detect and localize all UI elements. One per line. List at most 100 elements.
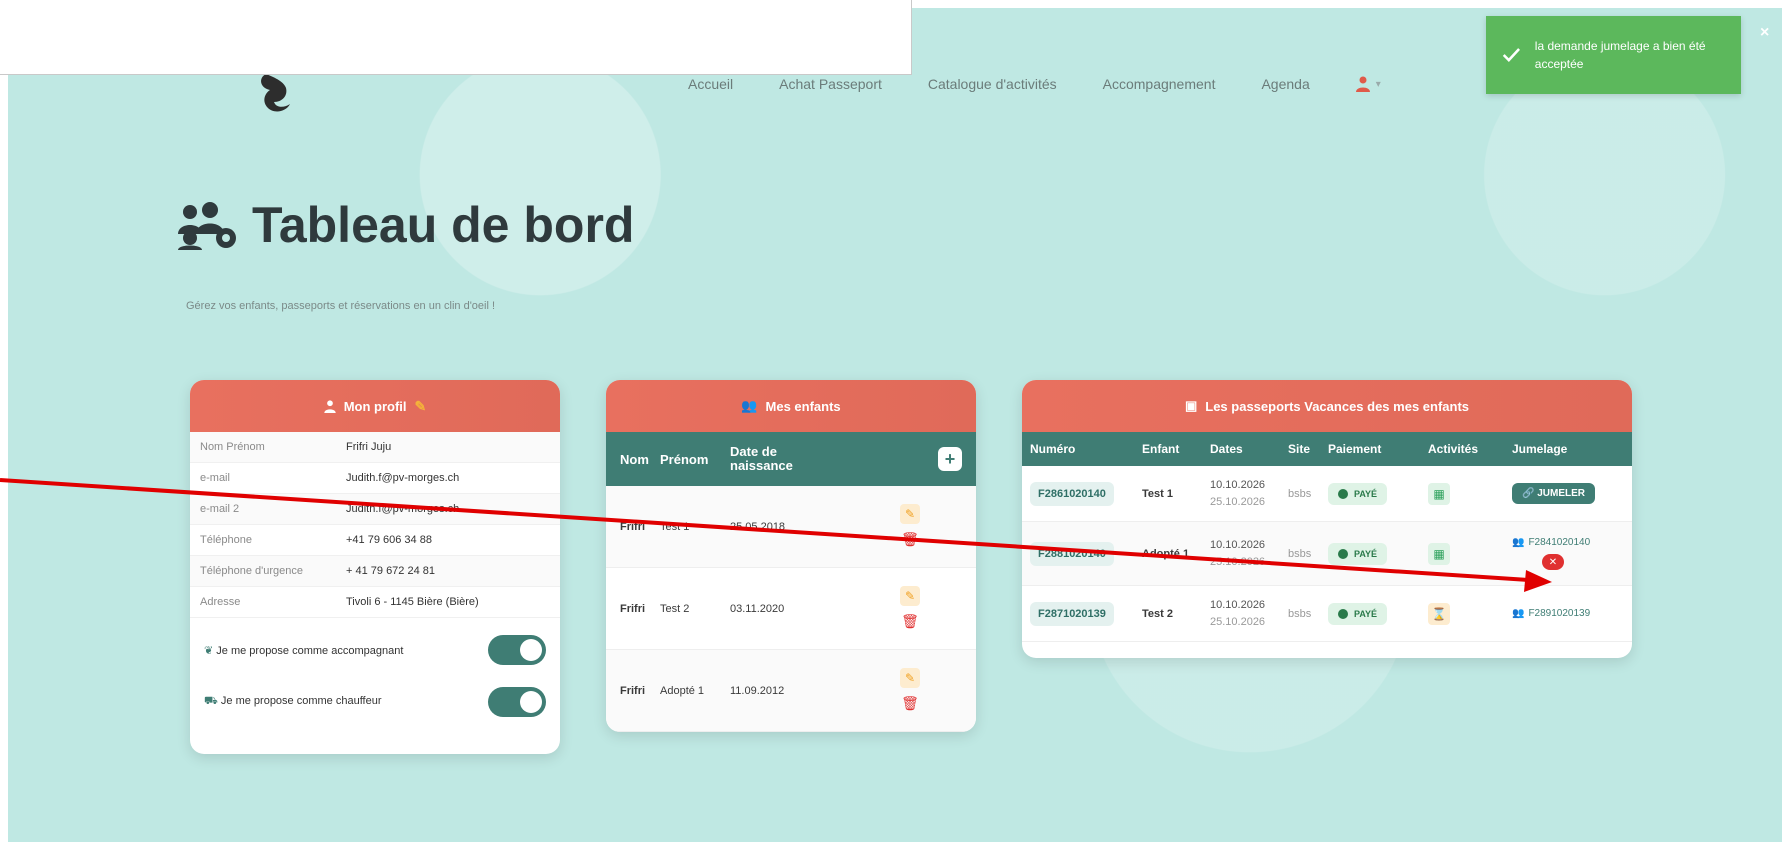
passport-number-cell: F2871020139: [1030, 601, 1142, 626]
col-jumelage: Jumelage: [1512, 442, 1568, 456]
table-row: F2871020139 Test 2 10.10.2026 25.10.2026 …: [1022, 586, 1632, 642]
children-card-title: Mes enfants: [765, 398, 841, 414]
row-actions: ✎ 🗑: [900, 667, 920, 714]
date-to: 25.10.2026: [1210, 495, 1266, 508]
profile-row: Téléphone d'urgence + 41 79 672 24 81: [190, 556, 560, 587]
passport-enfant: Test 2: [1142, 607, 1173, 620]
payment-badge: PAYÉ: [1328, 602, 1388, 625]
user-menu[interactable]: ▾: [1355, 76, 1381, 92]
edit-icon[interactable]: ✎: [900, 503, 920, 524]
profile-value: Judith.f@pv-morges.ch: [346, 472, 460, 484]
passport-dates: 10.10.2026 25.10.2026: [1210, 537, 1288, 571]
payment-cell: PAYÉ: [1328, 542, 1428, 565]
table-row: Frifri Adopté 1 11.09.2012 ✎ 🗑: [606, 650, 976, 732]
activity-cell: ⌛: [1428, 602, 1512, 625]
user-icon: [1355, 76, 1370, 92]
date-to: 25.10.2026: [1210, 615, 1266, 628]
profile-key: Téléphone: [200, 534, 252, 546]
logo-icon[interactable]: [248, 68, 308, 118]
calendar-check-icon[interactable]: ▦: [1428, 542, 1450, 565]
child-nom: Frifri: [620, 520, 646, 533]
passport-dates: 10.10.2026 25.10.2026: [1210, 597, 1288, 631]
payment-badge: PAYÉ: [1328, 542, 1388, 565]
nav-achat-passeport[interactable]: Achat Passeport: [779, 76, 882, 92]
passport-number[interactable]: F2861020140: [1030, 481, 1114, 506]
app-viewport: Accueil Achat Passeport Catalogue d'acti…: [8, 8, 1782, 842]
add-child-button[interactable]: +: [938, 447, 962, 471]
nav-accueil[interactable]: Accueil: [688, 76, 733, 92]
jumelage-cell: 🔗 JUMELER: [1512, 483, 1622, 504]
passports-table-body: F2861020140 Test 1 10.10.2026 25.10.2026 …: [1022, 466, 1632, 642]
profile-key: Adresse: [200, 596, 241, 608]
cancel-jumelage-button[interactable]: ✕: [1542, 554, 1564, 570]
passport-number-cell: F2861020140: [1030, 481, 1142, 506]
col-date-naissance: Date de naissance: [730, 444, 793, 473]
profile-value: + 41 79 672 24 81: [346, 565, 435, 577]
table-row: F2861020140 Test 1 10.10.2026 25.10.2026 …: [1022, 466, 1632, 522]
page-title-text: Tableau de bord: [252, 197, 635, 253]
trash-icon[interactable]: 🗑: [900, 694, 920, 714]
page-title: Tableau de bord: [176, 196, 634, 254]
date-from: 10.10.2026: [1210, 478, 1266, 491]
passport-site: bsbs: [1288, 607, 1312, 620]
child-date: 25.05.2018: [730, 520, 786, 533]
profile-key: e-mail 2: [200, 503, 240, 515]
edit-icon[interactable]: ✎: [900, 585, 920, 606]
child-nom: Frifri: [620, 602, 646, 615]
trash-icon[interactable]: 🗑: [900, 530, 920, 550]
users-icon: 👥: [1512, 537, 1525, 548]
passports-card-header: ▣ Les passeports Vacances des mes enfant…: [1022, 380, 1632, 432]
toast-message: la demande jumelage a bien été acceptée: [1534, 39, 1706, 71]
profile-card: Mon profil ✎ Nom Prénom Frifri Juju e-mai…: [190, 380, 560, 754]
check-icon: [1502, 48, 1521, 62]
profile-value: Judith.f@pv-morges.ch: [346, 503, 460, 515]
hourglass-icon[interactable]: ⌛: [1428, 602, 1450, 625]
children-table-header: Nom Prénom Date de naissance +: [606, 432, 976, 486]
passports-card: ▣ Les passeports Vacances des mes enfant…: [1022, 380, 1632, 658]
passport-number[interactable]: F2881020140: [1030, 541, 1114, 566]
profile-row: Adresse Tivoli 6 - 1145 Bière (Bière): [190, 587, 560, 618]
calendar-check-icon[interactable]: ▦: [1428, 482, 1450, 505]
car-icon: ⛟: [204, 695, 218, 707]
col-dates: Dates: [1210, 442, 1243, 456]
user-menu-caret: ▾: [1375, 78, 1381, 90]
accompagnant-label-text: Je me propose comme accompagnant: [216, 644, 404, 657]
profile-card-header: Mon profil ✎: [190, 380, 560, 432]
check-circle-icon: [1338, 608, 1348, 619]
child-prenom: Adopté 1: [660, 684, 705, 697]
nav-accompagnement[interactable]: Accompagnement: [1103, 76, 1216, 92]
main-navigation: Accueil Achat Passeport Catalogue d'acti…: [688, 76, 1381, 92]
jumelage-number: F2841020140: [1528, 537, 1591, 548]
passport-number[interactable]: F2871020139: [1030, 601, 1114, 626]
payment-label: PAYÉ: [1354, 548, 1378, 559]
profile-key: Téléphone d'urgence: [200, 565, 304, 577]
col-site: Site: [1288, 442, 1311, 456]
profile-value: Frifri Juju: [346, 441, 392, 453]
profile-row: Nom Prénom Frifri Juju: [190, 432, 560, 463]
toast-close-button[interactable]: ×: [1760, 24, 1769, 42]
profile-value: +41 79 606 34 88: [346, 534, 432, 546]
activity-cell: ▦: [1428, 542, 1512, 565]
jumelage-number: F2891020139: [1528, 608, 1591, 619]
chauffeur-toggle[interactable]: [488, 687, 546, 717]
trash-icon[interactable]: 🗑: [900, 612, 920, 632]
date-to: 25.10.2026: [1210, 555, 1266, 568]
date-from: 10.10.2026: [1210, 598, 1266, 611]
nav-catalogue[interactable]: Catalogue d'activités: [928, 76, 1057, 92]
accompagnant-toggle[interactable]: [488, 635, 546, 665]
edit-icon[interactable]: ✎: [900, 667, 920, 688]
page-subtitle: Gérez vos enfants, passeports et réserva…: [186, 300, 496, 312]
edit-profile-icon[interactable]: ✎: [415, 398, 427, 415]
chauffeur-label: ⛟ Je me propose comme chauffeur: [204, 695, 382, 709]
passport-enfant: Test 1: [1142, 487, 1173, 500]
passports-table-header: Numéro Enfant Dates Site Paiement Activi…: [1022, 432, 1632, 466]
users-gear-icon: [178, 202, 236, 250]
accompagnant-toggle-row: ❦ Je me propose comme accompagnant: [190, 624, 560, 676]
jumeler-button[interactable]: 🔗 JUMELER: [1512, 483, 1596, 504]
col-prenom: Prénom: [660, 451, 709, 467]
col-nom: Nom: [620, 451, 649, 467]
passport-number-cell: F2881020140: [1030, 541, 1142, 566]
nav-agenda[interactable]: Agenda: [1261, 76, 1309, 92]
user-icon: [324, 399, 336, 413]
child-prenom: Test 1: [660, 520, 690, 533]
